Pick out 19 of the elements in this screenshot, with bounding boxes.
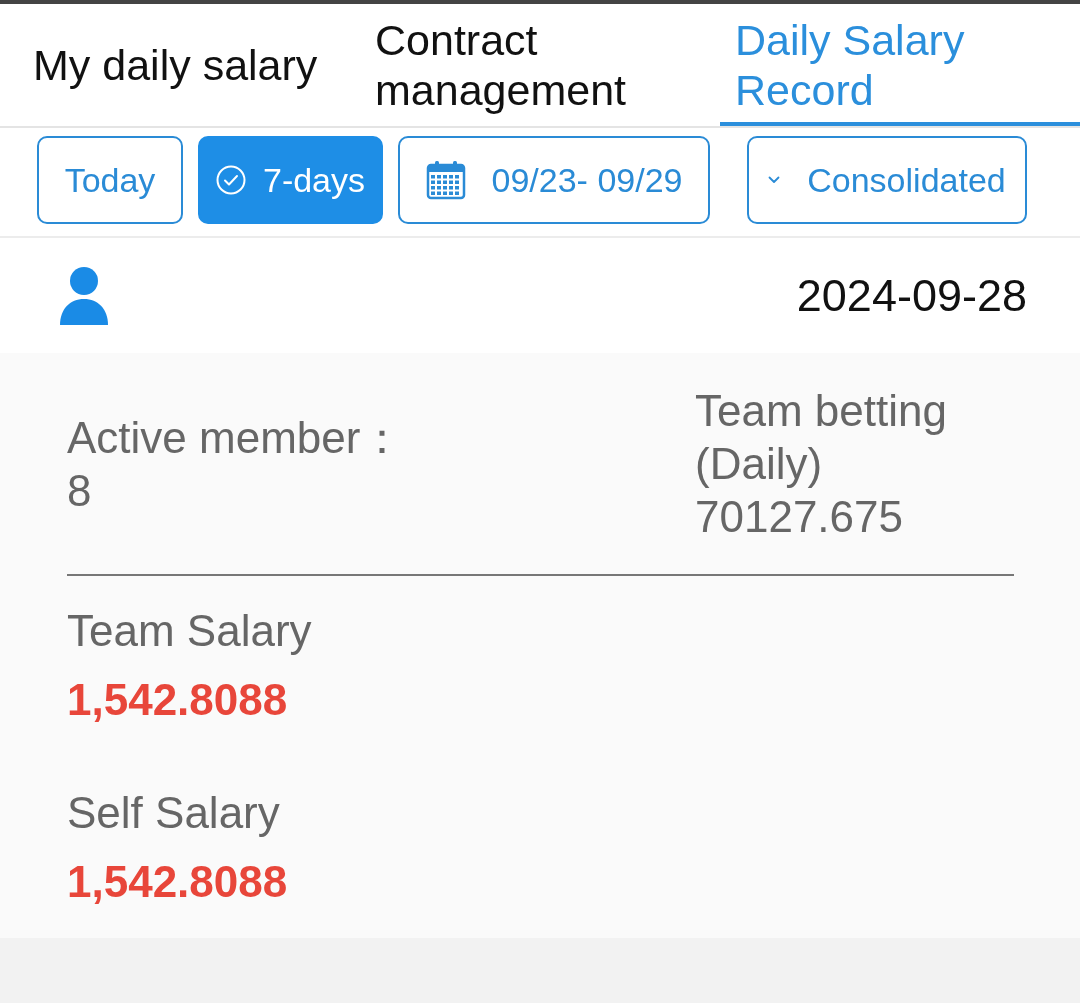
stat-label: Active member： [67, 411, 406, 464]
chevron-down-icon [768, 176, 781, 184]
user-icon [60, 266, 108, 325]
salary-label: Team Salary [67, 605, 312, 657]
stat-label: Team betting (Daily) [695, 385, 948, 490]
period-button[interactable]: Today [37, 136, 183, 224]
calendar-icon [425, 160, 466, 200]
view-dropdown[interactable]: Consolidated [747, 136, 1027, 224]
period-button[interactable]: 7-days [198, 136, 383, 224]
salary-label: Self Salary [67, 787, 280, 839]
date-range-button[interactable]: 09/23- 09/29 [398, 136, 710, 224]
tab[interactable]: Contract management [360, 4, 720, 126]
tab[interactable]: My daily salary [0, 4, 360, 126]
salary-amount: 1,542.8088 [67, 856, 288, 908]
stat-value: 70127.675 [695, 491, 904, 543]
check-circle-icon [215, 165, 246, 195]
record-date: 2024-09-28 [796, 273, 1027, 318]
stat-value: 8 [67, 464, 93, 517]
salary-amount: 1,542.8088 [67, 674, 288, 726]
